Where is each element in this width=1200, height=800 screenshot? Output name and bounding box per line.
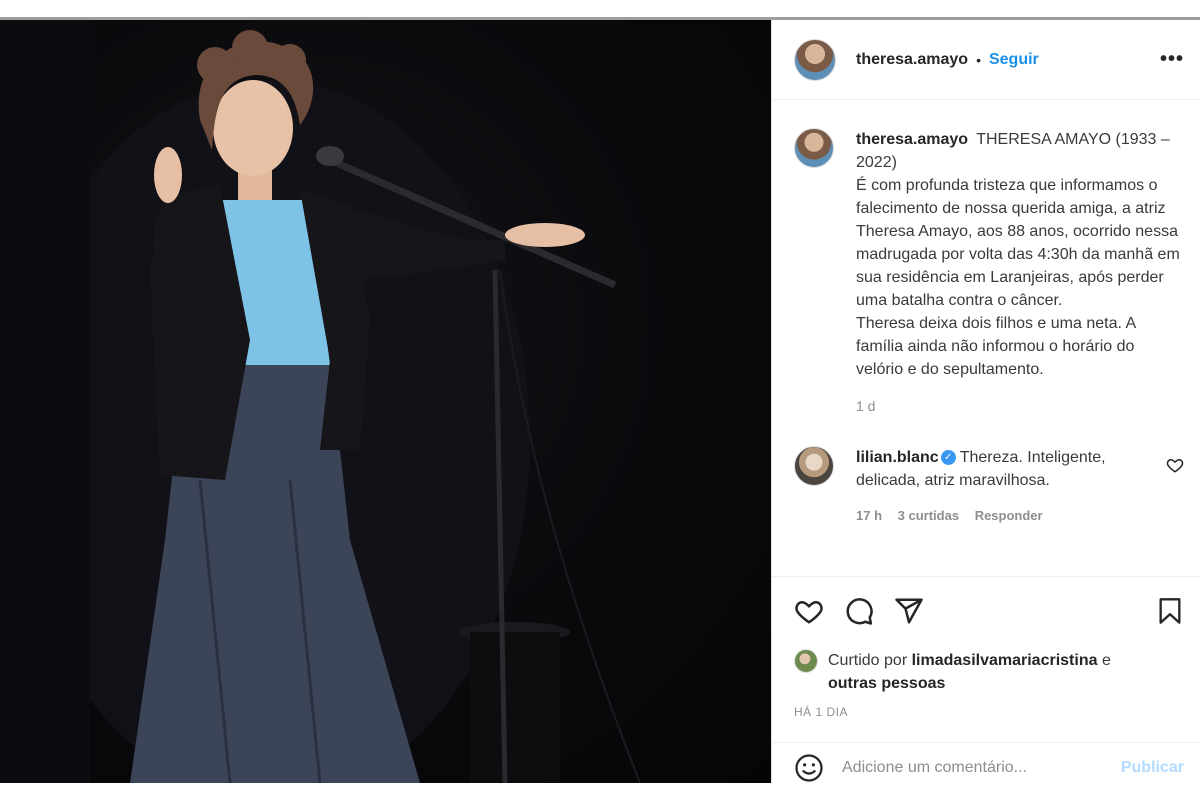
commenter-avatar[interactable] [794,446,834,486]
comment-composer: Publicar [772,742,1200,792]
reply-button[interactable]: Responder [975,508,1043,523]
liked-by-and: e [1101,652,1111,669]
liked-by-text: Curtido por limadasilvamariacristina e o… [828,649,1111,695]
post-side-panel: theresa.amayo • Seguir ••• theresa.amayo… [771,20,1200,783]
likes-summary: Curtido por limadasilvamariacristina e o… [794,649,1184,695]
liked-by-prefix: Curtido por [828,652,908,669]
more-icon[interactable]: ••• [1160,48,1184,71]
photo-illustration [0,20,641,783]
instagram-post-modal: theresa.amayo • Seguir ••• theresa.amayo… [0,17,1200,783]
post-actions: Curtido por limadasilvamariacristina e o… [772,576,1200,719]
caption-body: theresa.amayo THERESA AMAYO (1933 – 2022… [856,128,1184,418]
author-avatar[interactable] [794,38,836,81]
separator-dot: • [976,51,981,68]
action-bar [794,595,1184,627]
publish-button[interactable]: Publicar [1121,759,1184,777]
author-username[interactable]: theresa.amayo [856,51,968,69]
follow-button[interactable]: Seguir [989,51,1039,69]
caption-username[interactable]: theresa.amayo [856,131,968,148]
comment-icon[interactable] [844,596,874,626]
caption-timestamp[interactable]: 1 d [856,395,1184,418]
comment-likes[interactable]: 3 curtidas [898,508,959,523]
comments-list[interactable]: theresa.amayo THERESA AMAYO (1933 – 2022… [772,100,1200,576]
post-caption: theresa.amayo THERESA AMAYO (1933 – 2022… [794,128,1184,418]
commenter-username[interactable]: lilian.blanc [856,449,939,466]
comment-time[interactable]: 17 h [856,508,882,523]
caption-author-avatar[interactable] [794,128,834,168]
post-header: theresa.amayo • Seguir ••• [772,20,1200,100]
caption-paragraph: Theresa deixa dois filhos e uma neta. A … [856,315,1136,378]
caption-paragraph: É com profunda tristeza que informamos o… [856,177,1180,309]
comment-meta: 17 h 3 curtidas Responder [856,504,1156,527]
liker-avatar[interactable] [794,649,818,673]
emoji-icon[interactable] [794,753,824,783]
heart-icon[interactable] [794,596,824,626]
post-photo[interactable] [0,20,771,783]
verified-icon: ✓ [940,450,956,466]
bookmark-icon[interactable] [1156,596,1184,626]
post-date[interactable]: HÁ 1 DIA [794,705,1184,719]
liked-by-others[interactable]: outras pessoas [828,675,945,692]
share-icon[interactable] [894,596,924,626]
liked-by-user[interactable]: limadasilvamariacristina [912,652,1098,669]
comment-item: lilian.blanc ✓ Thereza. Inteligente, delic… [794,446,1184,527]
comment-body: lilian.blanc ✓ Thereza. Inteligente, delic… [856,446,1156,527]
comment-input[interactable] [842,758,1121,777]
comment-heart-icon[interactable] [1166,456,1184,474]
